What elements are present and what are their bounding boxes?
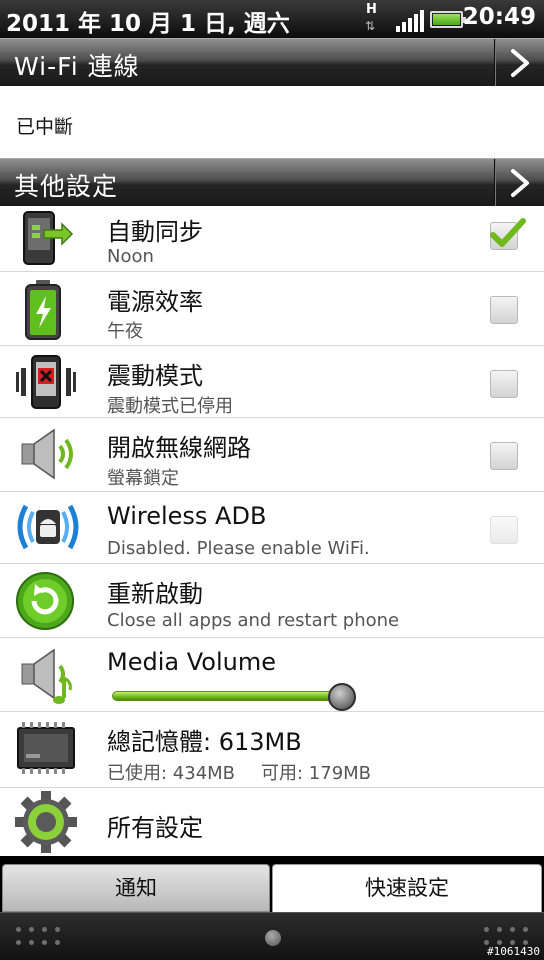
tab-quick-settings[interactable]: 快速設定 — [272, 864, 542, 912]
tab-notifications[interactable]: 通知 — [2, 864, 270, 912]
memory-used: 已使用: 434MB — [107, 763, 236, 784]
memory-chip-icon — [14, 718, 82, 782]
network-type-label: H — [366, 2, 377, 17]
item-title: 震動模式 — [107, 362, 203, 390]
status-time: 20:49 — [462, 4, 536, 30]
signal-strength-icon — [396, 10, 424, 32]
vibrate-icon — [14, 350, 82, 414]
item-title: 重新啟動 — [107, 580, 203, 608]
speaker-wireless-icon — [14, 424, 82, 488]
list-item-memory: 總記憶體: 613MB 已使用: 434MB 可用: 179MB — [0, 712, 544, 788]
checkmark-icon — [490, 218, 526, 247]
wifi-status-text: 已中斷 — [16, 116, 74, 138]
restart-icon — [14, 570, 82, 634]
wireless-adb-checkbox[interactable] — [490, 516, 518, 544]
bottom-tabs: 通知 快速設定 — [0, 862, 544, 912]
gear-icon — [14, 790, 82, 854]
wifi-section-header[interactable]: Wi-Fi 連線 — [0, 38, 544, 86]
power-efficiency-checkbox[interactable] — [490, 296, 518, 324]
list-item-wireless-adb[interactable]: Wireless ADB Disabled. Please enable WiF… — [0, 492, 544, 564]
list-item-power-efficiency[interactable]: 電源效率 午夜 — [0, 272, 544, 346]
wifi-status-panel: 已中斷 — [0, 86, 544, 158]
network-type-icon: H ⇅ — [362, 2, 384, 36]
media-volume-icon — [14, 644, 82, 708]
item-subtitle: Close all apps and restart phone — [107, 610, 400, 631]
item-title: 開啟無線網路 — [107, 434, 251, 462]
status-bar: 2011 年 10 月 1 日, 週六 H ⇅ 20:49 — [0, 0, 544, 38]
sync-icon — [14, 208, 82, 272]
chevron-right-icon — [511, 49, 529, 77]
item-title: 電源效率 — [107, 288, 203, 316]
item-title: 自動同步 — [107, 218, 203, 246]
auto-sync-checkbox[interactable] — [490, 218, 526, 250]
memory-free: 可用: 179MB — [261, 763, 372, 784]
list-item-all-settings[interactable]: 所有設定 — [0, 788, 544, 856]
item-subtitle: 震動模式已停用 — [107, 396, 233, 417]
android-adb-icon — [14, 496, 82, 560]
list-item-restart[interactable]: 重新啟動 Close all apps and restart phone — [0, 564, 544, 638]
home-knob[interactable] — [265, 930, 281, 946]
watermark: #1061430 — [487, 945, 540, 958]
item-subtitle: Disabled. Please enable WiFi. — [107, 538, 370, 559]
quick-settings-list: 自動同步 Noon 電源效率 午夜 震動模式 震動模式已停用 開啟無線網路 螢幕… — [0, 206, 544, 856]
media-volume-slider[interactable] — [112, 683, 360, 711]
other-settings-title: 其他設定 — [14, 172, 119, 201]
memory-total: 總記憶體: 613MB — [107, 728, 302, 756]
list-item-vibrate-mode[interactable]: 震動模式 震動模式已停用 — [0, 346, 544, 418]
list-item-auto-sync[interactable]: 自動同步 Noon — [0, 206, 544, 272]
item-title: 所有設定 — [107, 814, 203, 842]
data-activity-icon: ⇅ — [365, 19, 375, 33]
other-settings-header[interactable]: 其他設定 — [0, 158, 544, 206]
chevron-right-icon — [511, 169, 529, 197]
battery-icon — [430, 11, 466, 28]
other-settings-button[interactable] — [494, 159, 544, 206]
bottom-bar: #1061430 — [0, 912, 544, 960]
item-subtitle: Noon — [107, 246, 154, 267]
media-volume-track — [112, 691, 348, 701]
item-subtitle: 螢幕鎖定 — [107, 468, 179, 489]
wifi-settings-button[interactable] — [494, 39, 544, 86]
wireless-checkbox[interactable] — [490, 442, 518, 470]
status-date: 2011 年 10 月 1 日, 週六 — [6, 11, 290, 37]
item-title: Media Volume — [107, 648, 276, 676]
grip-dots-left[interactable] — [16, 927, 60, 949]
battery-icon — [14, 278, 82, 342]
list-item-wireless[interactable]: 開啟無線網路 螢幕鎖定 — [0, 418, 544, 492]
media-volume-thumb[interactable] — [328, 683, 356, 711]
wifi-section-title: Wi-Fi 連線 — [14, 52, 140, 81]
item-subtitle: 午夜 — [107, 321, 143, 342]
item-title: Wireless ADB — [107, 502, 267, 530]
vibrate-mode-checkbox[interactable] — [490, 370, 518, 398]
